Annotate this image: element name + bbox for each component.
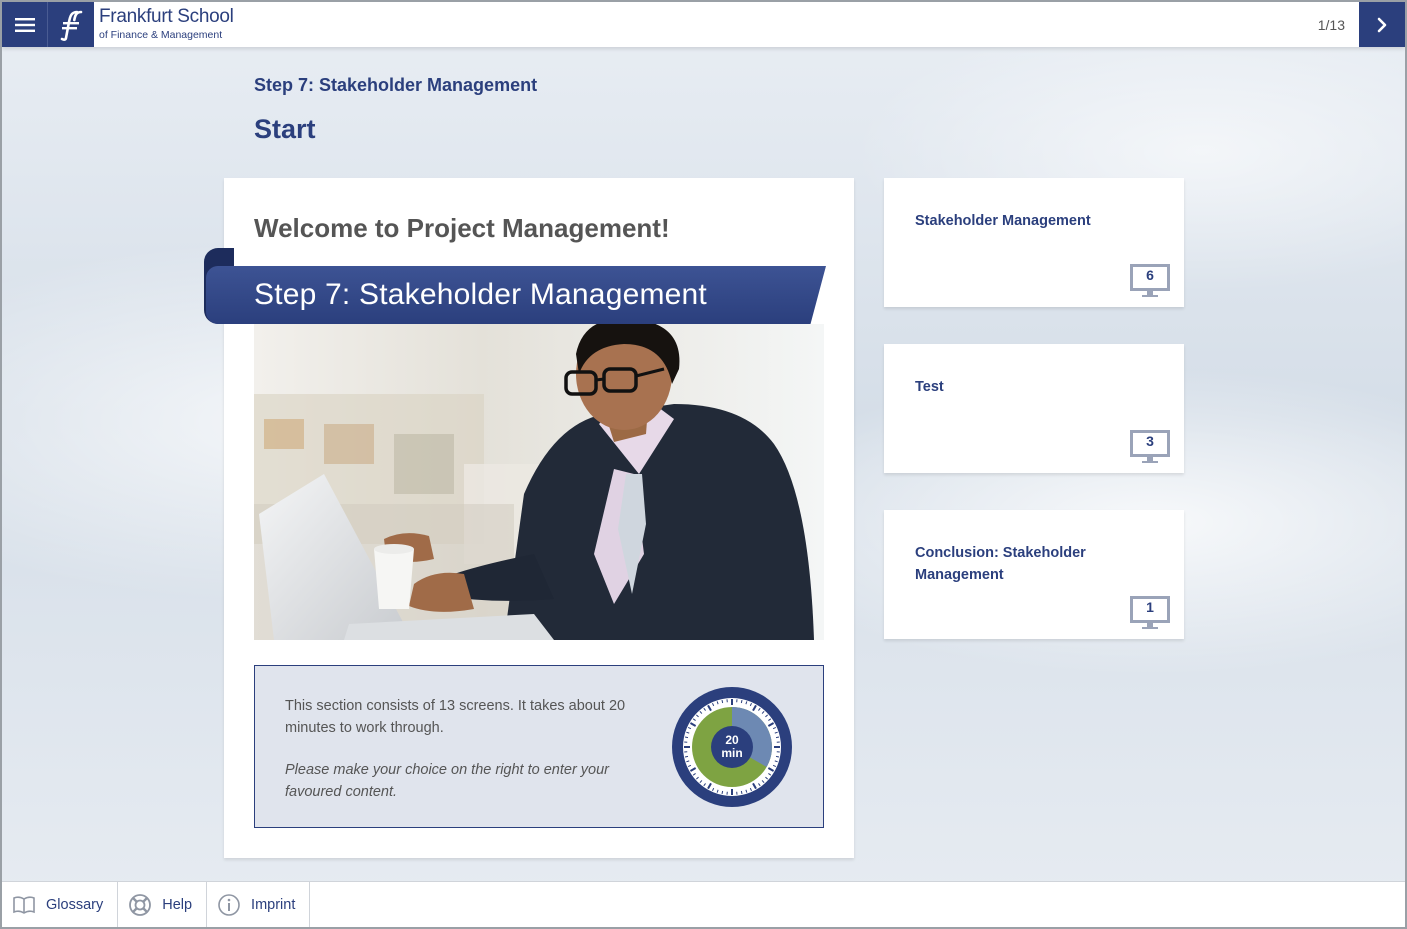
page-counter: 1/13 <box>1317 17 1345 33</box>
topic-card-test[interactable]: Test 3 <box>884 344 1184 473</box>
screen-count: 3 <box>1146 433 1154 449</box>
logo-mark <box>48 2 94 47</box>
timer-unit: min <box>721 746 743 760</box>
next-page-button[interactable] <box>1359 2 1405 47</box>
page-title: Start <box>254 114 316 144</box>
imprint-label: Imprint <box>251 897 296 913</box>
duration-timer: 20 min <box>671 686 793 808</box>
ribbon-text: Step 7: Stakeholder Management <box>254 278 707 311</box>
brand-name: Frankfurt School <box>99 6 234 27</box>
screen-count-badge: 3 <box>1130 430 1170 464</box>
topic-card-title: Stakeholder Management <box>915 213 1091 229</box>
screen-count: 1 <box>1146 599 1154 615</box>
fs-logo-icon <box>60 10 83 41</box>
chevron-right-icon <box>1377 17 1387 32</box>
stopwatch-tick <box>740 790 743 795</box>
footer-bar: Glossary Help Imprint <box>2 881 1405 927</box>
topic-card-title: Conclusion: Stakeholder Management <box>915 545 1086 583</box>
brand: Frankfurt School of Finance & Management <box>99 6 234 42</box>
section-info-box: This section consists of 13 screens. It … <box>254 665 824 828</box>
stopwatch-tick <box>740 699 743 704</box>
screen-count-badge: 6 <box>1130 264 1170 298</box>
info-icon <box>218 894 240 916</box>
lifebuoy-icon <box>129 894 152 916</box>
screen-count-badge: 1 <box>1130 596 1170 630</box>
section-info-hint: Please make your choice on the right to … <box>285 762 610 800</box>
step-ribbon: Step 7: Stakeholder Management <box>206 266 826 324</box>
glossary-button[interactable]: Glossary <box>2 882 119 927</box>
imprint-button[interactable]: Imprint <box>207 882 311 927</box>
app-frame: Frankfurt School of Finance & Management… <box>0 0 1407 929</box>
book-icon <box>13 896 35 914</box>
stopwatch-tick <box>721 790 724 795</box>
menu-button[interactable] <box>2 2 48 47</box>
section-info-text: This section consists of 13 screens. It … <box>285 698 626 736</box>
welcome-title: Welcome to Project Management! <box>254 213 670 243</box>
brand-subtitle: of Finance & Management <box>99 29 223 41</box>
intro-photo <box>254 324 824 640</box>
stopwatch-tick <box>721 699 724 704</box>
timer-label: 20 min <box>671 734 793 760</box>
help-label: Help <box>162 897 193 913</box>
screen-count: 6 <box>1146 267 1154 283</box>
topic-card-title: Test <box>915 379 944 395</box>
topic-card-conclusion[interactable]: Conclusion: Stakeholder Management 1 <box>884 510 1184 639</box>
help-button[interactable]: Help <box>118 882 208 927</box>
top-bar: Frankfurt School of Finance & Management… <box>2 2 1405 47</box>
hamburger-icon <box>14 17 35 32</box>
topic-card-stakeholder-management[interactable]: Stakeholder Management 6 <box>884 178 1184 307</box>
glossary-label: Glossary <box>46 897 104 913</box>
step-heading: Step 7: Stakeholder Management <box>254 75 538 95</box>
businessman-laptop-image <box>254 324 824 640</box>
